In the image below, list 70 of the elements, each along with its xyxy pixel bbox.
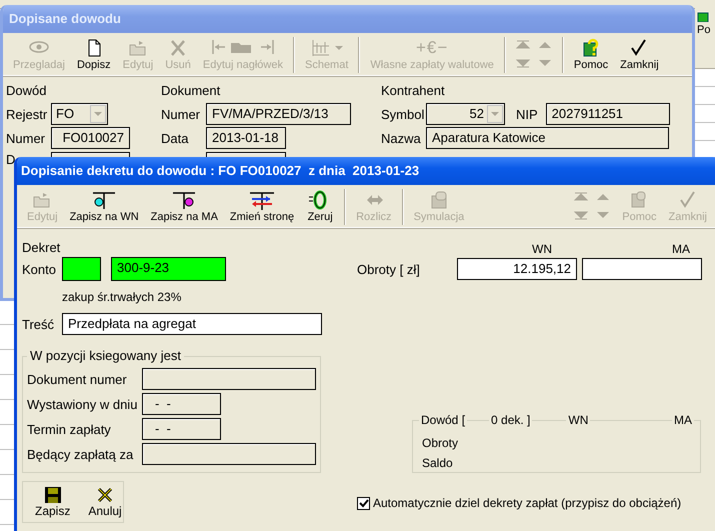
nip-field[interactable]: 2027911251 [546,103,670,125]
text-field[interactable] [206,152,286,158]
register-dropdown[interactable]: FO [51,103,108,125]
field-label: Data [161,130,190,146]
toolbar-button[interactable]: Zeruj [300,187,340,227]
field-label: Rejestr [6,106,48,122]
caret-icon [94,112,102,116]
field-label: Obroty [ zł] [357,262,421,276]
column-header: MA [672,242,690,256]
field-label: Treść [22,316,56,332]
section-heading: Dowód [6,82,48,100]
checkbox[interactable] [357,496,370,510]
document-number-field[interactable]: FV/MA/PRZED/3/13 [206,103,351,125]
date-field[interactable]: - - [142,393,221,415]
field-label: Numer [6,130,46,146]
group-title: W pozycji ksiegowany jest [27,348,184,364]
caret-icon [334,45,344,51]
entry-count: 0 dek. ] [489,413,532,428]
section-heading: Dekret [22,240,62,256]
dropdown-button[interactable] [487,105,503,123]
account-prefix-field[interactable] [62,257,101,281]
checkbox-label: Automatycznie dziel dekrety zapłat (przypisz do obciążeń) [373,496,682,510]
text-field[interactable] [51,152,130,158]
window-title: Dopisanie dekretu do dowodu : FO FO010027 z dnia 2013-01-23 [17,157,715,185]
caret-icon [491,112,499,116]
field-label: Wystawiony w dniu [27,396,138,412]
section-heading: Kontrahent [381,82,446,100]
save-button[interactable]: Zapisz [29,484,76,520]
checkmark-icon [358,498,369,508]
field-label: D [6,152,16,167]
number-field[interactable]: FO010027 [51,127,130,149]
section-heading: Dokument [161,82,222,100]
cancel-button[interactable]: Anuluj [82,484,128,520]
toolbar-button[interactable]: Zapisz na WN [64,187,145,227]
arrow-up-bar-icon [573,190,590,202]
arrow-up-bar-icon [514,38,531,50]
field-label: Dokument numer [27,372,128,386]
row-label: Saldo [421,455,454,472]
field-label: Numer [161,106,202,122]
page-icon [697,12,709,22]
date-field[interactable]: - - [142,418,221,440]
symbol-dropdown[interactable]: 52 [426,103,505,125]
dropdown-button[interactable] [90,105,106,123]
date-field[interactable]: 2013-01-18 [206,127,286,149]
debit-field[interactable]: 12.195,12 [457,258,577,280]
column-header: WN [532,242,553,256]
name-field[interactable]: Aparatura Katowice [426,127,669,149]
description-field[interactable]: Przedpłata na agregat [62,313,322,335]
text-field[interactable] [142,443,316,465]
field-label: Nazwa [381,130,422,146]
toolbar-button[interactable]: Zamknij [614,35,665,75]
toolbar-button[interactable]: Dopisz [70,35,117,75]
account-description: zakup śr.trwałych 23% [62,289,182,306]
close-icon [96,486,114,504]
field-label: Będący zapłatą za [27,446,134,462]
field-label: NIP [516,106,538,122]
toolbar-button[interactable]: Zmień stronę [224,187,300,227]
window-title: Dopisane dowodu [3,5,692,33]
field-label: Termin zapłaty [27,422,112,436]
text-field[interactable] [142,368,316,390]
toolbar-button[interactable]: Pomoc [568,35,614,75]
field-label: Konto [22,262,57,276]
toolbar-button[interactable]: Zapisz na MA [144,187,224,227]
chart-icon [310,38,332,58]
swap-arrows-icon [248,190,276,210]
account-field[interactable]: 300-9-23 [111,257,226,281]
field-label: Symbol [381,106,426,122]
credit-field[interactable] [582,258,702,280]
group-title: Dowód [ [419,413,468,428]
row-label: Obroty [421,435,460,452]
